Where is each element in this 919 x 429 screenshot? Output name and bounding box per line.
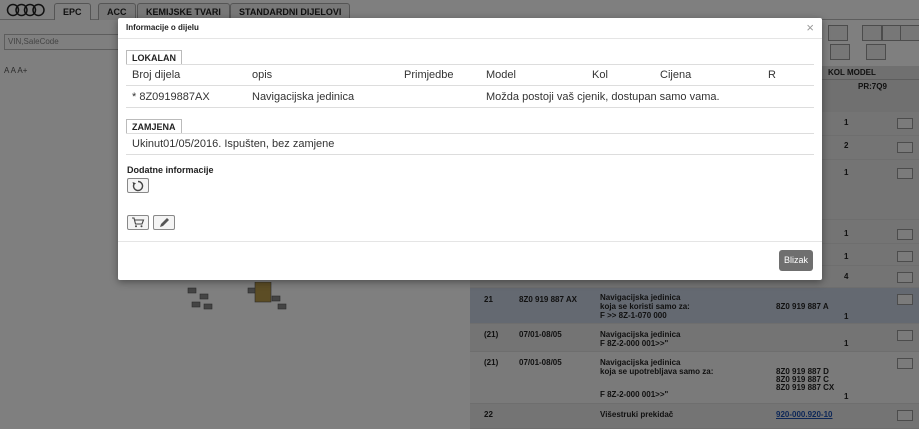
column-header-qty: Kol [592, 69, 608, 81]
add-to-cart-button[interactable] [127, 215, 149, 230]
column-header-remarks: Primjedbe [404, 69, 454, 81]
refresh-icon [132, 180, 144, 191]
cart-icon [132, 217, 145, 228]
divider [126, 64, 814, 65]
dialog-header: Informacije o dijelu × [118, 18, 822, 39]
divider [126, 107, 814, 108]
close-button[interactable]: Blizak [778, 250, 813, 271]
divider [126, 85, 814, 86]
price-note-cell: Možda postoji vaš cjenik, dostupan samo … [486, 91, 720, 103]
edit-button[interactable] [153, 215, 175, 230]
divider [126, 154, 814, 155]
extra-info-label: Dodatne informacije [127, 165, 214, 175]
column-header-model: Model [486, 69, 516, 81]
column-header-r: R [768, 69, 776, 81]
close-icon[interactable]: × [806, 20, 814, 35]
description-cell: Navigacijska jedinica [252, 91, 355, 103]
column-header-price: Cijena [660, 69, 692, 81]
pencil-icon [160, 217, 169, 227]
column-header-description: opis [252, 69, 273, 81]
section-lokalan: LOKALAN [126, 50, 182, 65]
part-number-cell: * 8Z0919887AX [132, 91, 210, 103]
footer-divider [118, 241, 822, 242]
section-zamjena: ZAMJENA [126, 119, 182, 134]
refresh-button[interactable] [127, 178, 149, 193]
divider [126, 133, 814, 134]
part-info-dialog: Informacije o dijelu × LOKALAN Broj dije… [118, 18, 822, 280]
column-header-part-number: Broj dijela [132, 69, 181, 81]
replacement-text: Ukinut01/05/2016. Ispušten, bez zamjene [132, 138, 335, 150]
dialog-title: Informacije o dijelu [126, 23, 199, 32]
